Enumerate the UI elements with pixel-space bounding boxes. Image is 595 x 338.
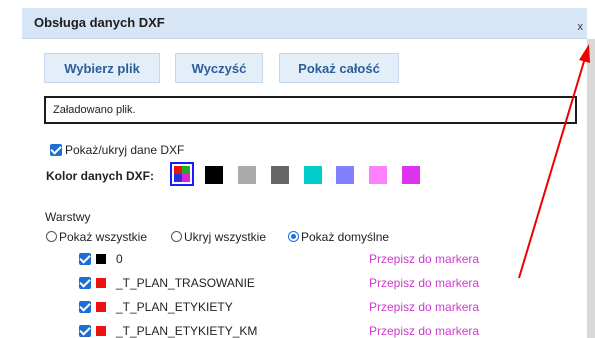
radio-hide-all-label: Ukryj wszystkie <box>184 230 267 244</box>
layer-name: _T_PLAN_TRASOWANIE <box>116 276 255 290</box>
copy-to-marker-link[interactable]: Przepisz do markera <box>369 300 479 314</box>
panel-title: Obsługa danych DXF <box>34 15 165 30</box>
dxf-panel: Obsługa danych DXF x Wybierz plik Wyczyś… <box>22 0 595 338</box>
layer-name: _T_PLAN_ETYKIETY <box>116 300 233 314</box>
layer-checkbox[interactable] <box>79 301 91 313</box>
color-swatch-pink[interactable] <box>369 166 387 184</box>
radio-show-default-label: Pokaż domyślne <box>301 230 390 244</box>
layer-color-square <box>96 278 106 288</box>
copy-to-marker-link[interactable]: Przepisz do markera <box>369 324 479 338</box>
color-swatch-magenta[interactable] <box>402 166 420 184</box>
layer-checkbox[interactable] <box>79 253 91 265</box>
status-box: Załadowano plik. <box>44 96 577 124</box>
choose-file-button[interactable]: Wybierz plik <box>44 53 160 83</box>
color-swatch-dark-gray[interactable] <box>271 166 289 184</box>
copy-to-marker-link[interactable]: Przepisz do markera <box>369 252 479 266</box>
color-swatch-cyan[interactable] <box>304 166 322 184</box>
layer-color-square <box>96 326 106 336</box>
layer-color-square <box>96 254 106 264</box>
layer-checkbox[interactable] <box>79 277 91 289</box>
radio-show-all[interactable] <box>46 231 57 242</box>
layer-checkbox[interactable] <box>79 325 91 337</box>
scrollbar[interactable] <box>587 39 595 338</box>
color-swatch-black[interactable] <box>205 166 223 184</box>
radio-show-default[interactable] <box>288 231 299 242</box>
close-icon[interactable]: x <box>578 21 584 33</box>
layer-name: _T_PLAN_ETYKIETY_KM <box>116 324 258 338</box>
layers-title: Warstwy <box>45 210 91 224</box>
show-all-button[interactable]: Pokaż całość <box>279 53 399 83</box>
copy-to-marker-link[interactable]: Przepisz do markera <box>369 276 479 290</box>
show-dxf-label: Pokaż/ukryj dane DXF <box>65 143 185 157</box>
panel-header: Obsługa danych DXF x <box>22 8 587 39</box>
layer-name: 0 <box>116 252 123 266</box>
color-label: Kolor danych DXF: <box>46 169 155 183</box>
multicolor-icon <box>174 166 190 182</box>
color-swatch-light-gray[interactable] <box>238 166 256 184</box>
color-swatch-selected[interactable] <box>170 162 194 186</box>
radio-hide-all[interactable] <box>171 231 182 242</box>
radio-show-all-label: Pokaż wszystkie <box>59 230 148 244</box>
show-dxf-checkbox[interactable] <box>50 144 62 156</box>
clear-button[interactable]: Wyczyść <box>175 53 263 83</box>
color-swatch-blue[interactable] <box>336 166 354 184</box>
layer-color-square <box>96 302 106 312</box>
